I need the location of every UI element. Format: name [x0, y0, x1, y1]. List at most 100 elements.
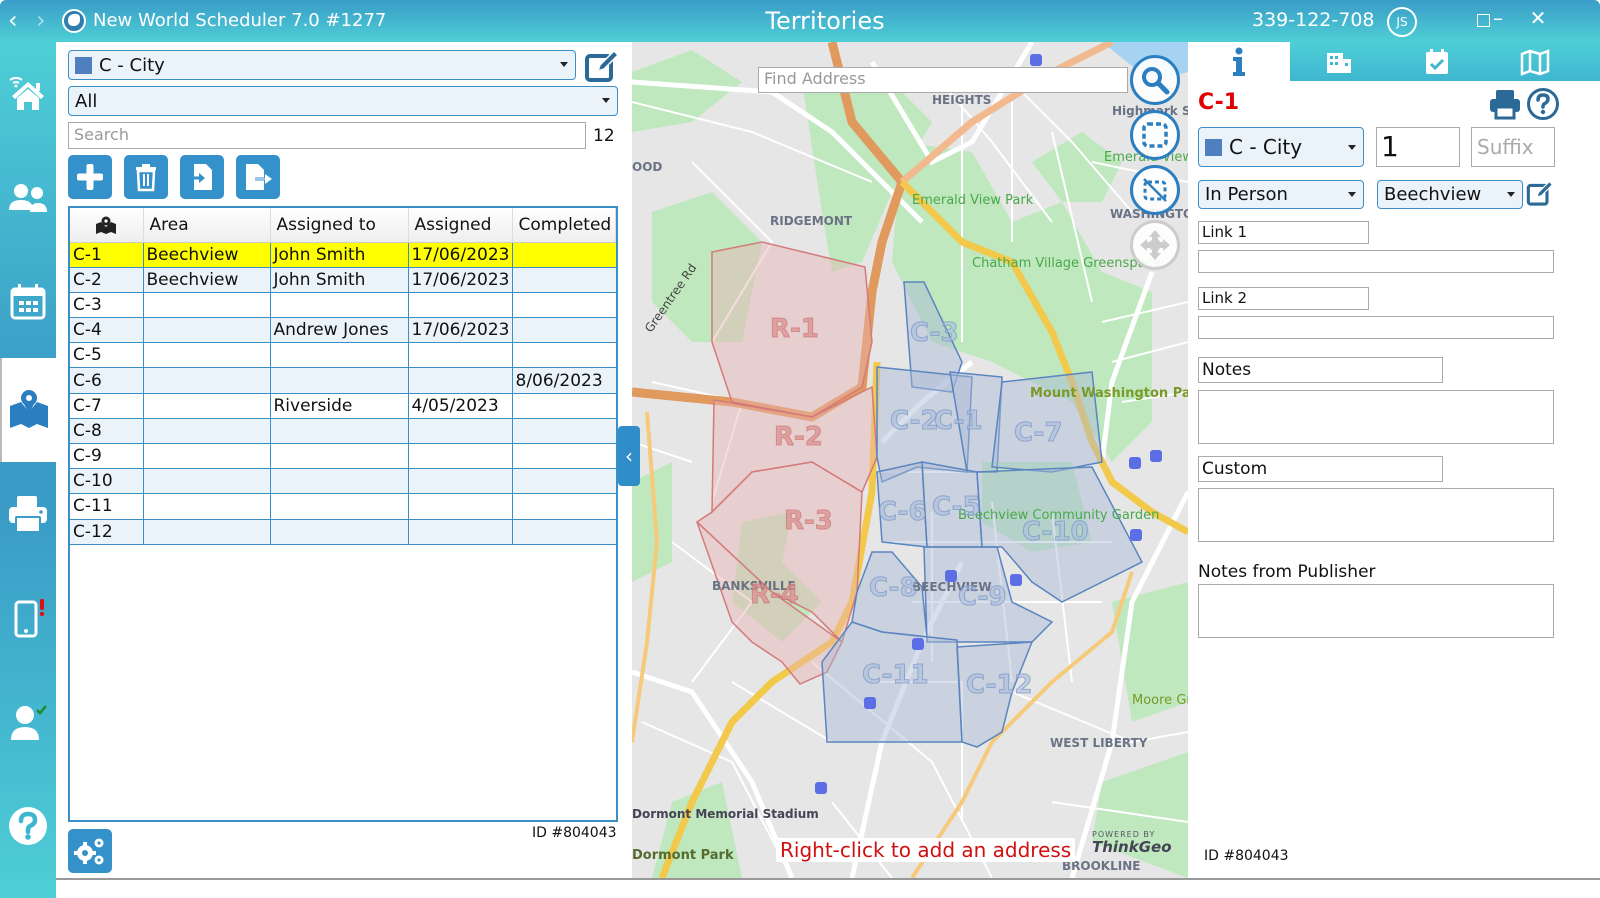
- cell-area[interactable]: [142, 292, 271, 319]
- table-row[interactable]: C-7 Riverside 4/05/2023: [70, 393, 616, 419]
- cell-assigned-to[interactable]: [269, 468, 409, 495]
- cell-assigned[interactable]: 17/06/2023: [407, 317, 513, 344]
- tab-buildings[interactable]: [1290, 42, 1388, 81]
- cell-completed[interactable]: [511, 418, 616, 445]
- cell-assigned[interactable]: [407, 468, 513, 495]
- table-row[interactable]: C-12: [70, 519, 616, 545]
- cell-completed[interactable]: [511, 393, 616, 419]
- cell-territory[interactable]: C-8: [70, 418, 144, 445]
- sidebar-item-mobile[interactable]: [0, 566, 56, 670]
- map-view[interactable]: HEIGHTS RIDGEMONT OOD WASHINGTO BANKSVIL…: [632, 42, 1188, 878]
- cell-territory[interactable]: C-11: [70, 493, 144, 520]
- cell-assigned-to[interactable]: Riverside: [269, 393, 409, 419]
- cell-assigned[interactable]: 17/06/2023: [407, 242, 513, 268]
- cell-assigned[interactable]: 17/06/2023: [407, 267, 513, 293]
- tab-assignments[interactable]: [1388, 42, 1486, 81]
- cell-area[interactable]: [142, 418, 271, 445]
- cell-completed[interactable]: [511, 292, 616, 319]
- search-input[interactable]: Search: [68, 122, 586, 149]
- cell-territory[interactable]: C-9: [70, 443, 144, 470]
- column-header-assigned[interactable]: Assigned: [408, 208, 513, 243]
- table-row[interactable]: C-1 Beechview John Smith 17/06/2023: [70, 242, 616, 268]
- import-button[interactable]: [180, 155, 224, 199]
- cell-territory[interactable]: C-5: [70, 342, 144, 369]
- cell-area[interactable]: [142, 317, 271, 344]
- cell-assigned-to[interactable]: [269, 519, 409, 545]
- table-row[interactable]: C-8: [70, 418, 616, 445]
- sidebar-item-calendar[interactable]: [0, 250, 56, 354]
- area-select[interactable]: Beechview: [1377, 180, 1523, 209]
- cell-completed[interactable]: [511, 468, 616, 495]
- cell-completed[interactable]: [511, 493, 616, 520]
- sidebar-item-territories[interactable]: [0, 358, 56, 462]
- cell-assigned[interactable]: [407, 342, 513, 369]
- column-header-assigned-to[interactable]: Assigned to: [270, 208, 409, 243]
- cell-area[interactable]: [142, 493, 271, 520]
- cell-territory[interactable]: C-4: [70, 317, 144, 344]
- suffix-input[interactable]: Suffix: [1471, 127, 1555, 167]
- cell-area[interactable]: [142, 393, 271, 419]
- cell-completed[interactable]: [511, 267, 616, 293]
- sidebar-item-help[interactable]: [0, 774, 56, 878]
- add-territory-button[interactable]: [68, 155, 112, 199]
- settings-button[interactable]: [68, 829, 112, 873]
- cell-assigned-to[interactable]: John Smith: [269, 267, 409, 293]
- cell-assigned[interactable]: [407, 493, 513, 520]
- link2-input[interactable]: [1198, 316, 1554, 339]
- publisher-notes-textarea[interactable]: [1198, 584, 1554, 638]
- cell-territory[interactable]: C-7: [70, 393, 144, 419]
- cell-assigned-to[interactable]: Andrew Jones: [269, 317, 409, 344]
- cell-territory[interactable]: C-3: [70, 292, 144, 319]
- cell-assigned[interactable]: [407, 519, 513, 545]
- cell-territory[interactable]: C-10: [70, 468, 144, 495]
- detail-type-select[interactable]: C - City: [1198, 127, 1364, 167]
- cell-completed[interactable]: [511, 342, 616, 369]
- print-button[interactable]: [1488, 87, 1522, 121]
- cell-assigned[interactable]: [407, 292, 513, 319]
- cell-area[interactable]: [142, 443, 271, 470]
- column-header-completed[interactable]: Completed: [512, 208, 616, 243]
- custom-label[interactable]: Custom: [1198, 456, 1443, 482]
- cell-territory[interactable]: C-6: [70, 367, 144, 394]
- find-address-input[interactable]: Find Address: [758, 67, 1128, 93]
- collapse-panel-button[interactable]: ‹: [618, 426, 640, 486]
- export-button[interactable]: [236, 155, 280, 199]
- user-avatar[interactable]: JS: [1387, 7, 1417, 37]
- table-row[interactable]: C-5: [70, 342, 616, 369]
- cell-assigned-to[interactable]: [269, 418, 409, 445]
- table-row[interactable]: C-6 8/06/2023: [70, 367, 616, 394]
- table-row[interactable]: C-9: [70, 443, 616, 470]
- cell-territory[interactable]: C-1: [70, 242, 144, 268]
- sidebar-item-user[interactable]: [0, 670, 56, 774]
- clear-selection-button[interactable]: [1130, 165, 1180, 215]
- table-row[interactable]: C-3: [70, 292, 616, 319]
- custom-textarea[interactable]: [1198, 488, 1554, 542]
- cell-area[interactable]: [142, 519, 271, 545]
- tab-map[interactable]: [1486, 42, 1584, 81]
- territory-number-input[interactable]: 1: [1376, 127, 1460, 167]
- cell-territory[interactable]: C-12: [70, 519, 144, 545]
- edit-area-button[interactable]: [1526, 180, 1554, 208]
- cell-assigned-to[interactable]: [269, 493, 409, 520]
- sidebar-item-print[interactable]: [0, 462, 56, 566]
- cell-assigned-to[interactable]: [269, 342, 409, 369]
- column-header-map[interactable]: [70, 208, 144, 243]
- cell-assigned[interactable]: [407, 443, 513, 470]
- table-row[interactable]: C-10: [70, 468, 616, 495]
- cell-territory[interactable]: C-2: [70, 267, 144, 293]
- table-row[interactable]: C-4 Andrew Jones 17/06/2023: [70, 317, 616, 344]
- cell-completed[interactable]: 8/06/2023: [511, 367, 616, 394]
- cell-area[interactable]: Beechview: [142, 242, 271, 268]
- link1-label[interactable]: Link 1: [1198, 221, 1369, 244]
- cell-completed[interactable]: [511, 443, 616, 470]
- territories-r[interactable]: [695, 241, 878, 685]
- map-canvas[interactable]: [632, 42, 1188, 878]
- link2-label[interactable]: Link 2: [1198, 287, 1369, 310]
- cell-completed[interactable]: [511, 519, 616, 545]
- tab-info[interactable]: [1188, 42, 1290, 81]
- select-area-button[interactable]: [1130, 110, 1180, 160]
- notes-label[interactable]: Notes: [1198, 357, 1443, 383]
- sidebar-item-publishers[interactable]: [0, 146, 56, 250]
- cell-area[interactable]: [142, 468, 271, 495]
- sidebar-item-home[interactable]: [0, 42, 56, 146]
